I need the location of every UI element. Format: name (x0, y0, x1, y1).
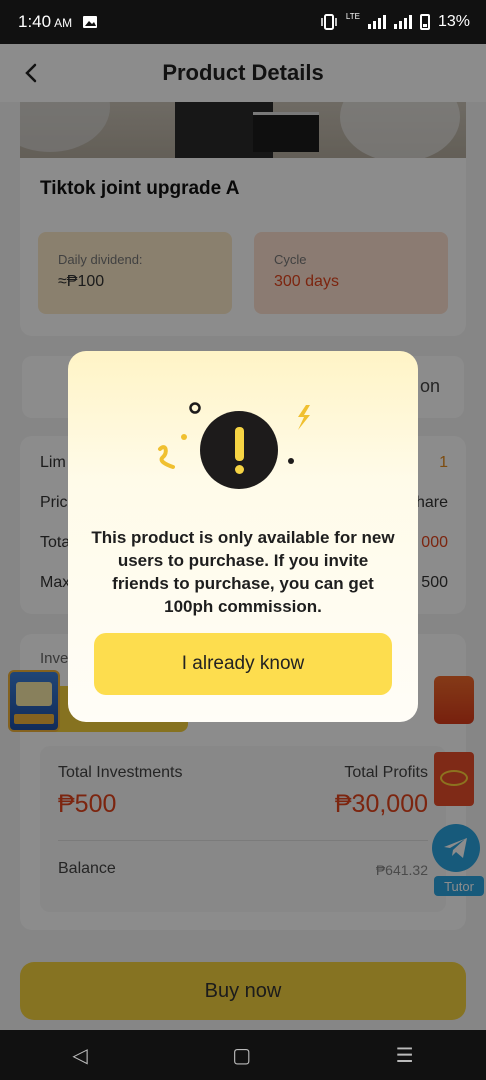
notice-dialog: This product is only available for new u… (68, 351, 418, 722)
signal-icon (367, 15, 386, 29)
vibrate-icon (321, 14, 337, 30)
system-navbar: ◁ ▢ ☰ (0, 1030, 486, 1080)
battery-percent: 13% (437, 13, 470, 30)
battery-icon (419, 14, 430, 30)
dialog-message: This product is only available for new u… (91, 528, 395, 616)
signal-icon-2 (393, 15, 412, 29)
clock: 1:40 AM (18, 12, 73, 31)
already-know-button[interactable]: I already know (94, 633, 392, 695)
nav-menu-icon[interactable]: ☰ (396, 1043, 414, 1068)
status-bar: 1:40 AM LTE 13% (0, 0, 486, 44)
network-type: LTE (345, 11, 360, 21)
warning-illustration (68, 351, 418, 511)
nav-home-icon[interactable]: ▢ (232, 1043, 251, 1068)
nav-back-icon[interactable]: ◁ (72, 1043, 87, 1068)
exclamation-icon (200, 411, 278, 489)
gallery-notification-icon (83, 16, 98, 28)
